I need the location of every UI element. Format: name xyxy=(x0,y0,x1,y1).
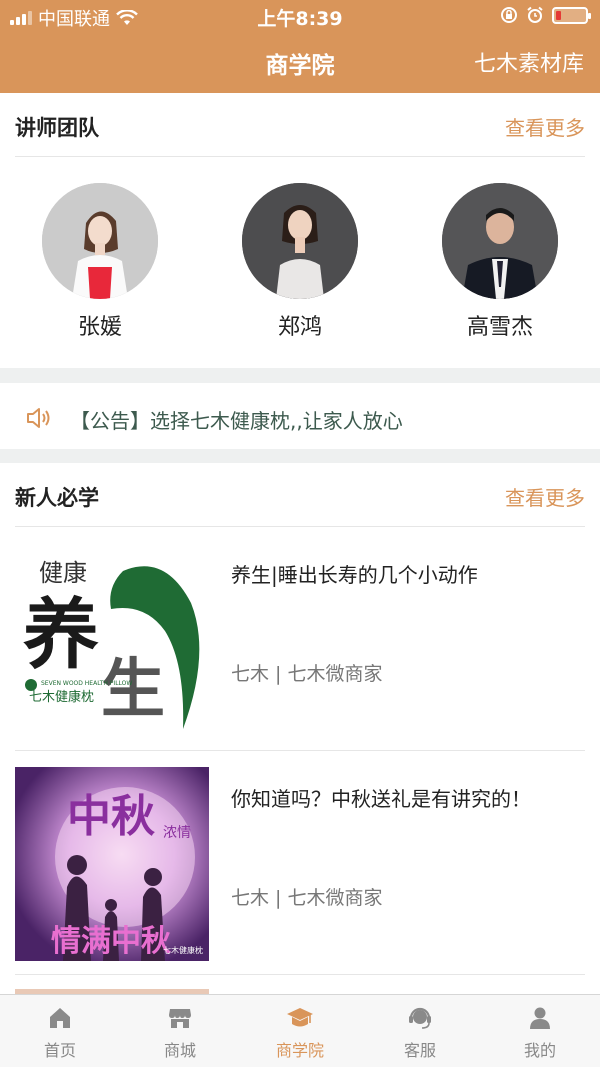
article-thumbnail: 中秋 浓情 情满中秋 七木健康枕 xyxy=(15,767,209,961)
article-meta: 七木 | 七木微商家 xyxy=(231,663,383,685)
announcement-text: 【公告】选择七木健康枕,,让家人放心 xyxy=(70,409,403,433)
article-title: 你知道吗？中秋送礼是有讲究的！ xyxy=(231,787,531,811)
home-icon xyxy=(50,1008,70,1028)
thumb-brand: 七木健康枕 xyxy=(163,945,203,955)
thumb-brand-cn: 七木健康枕 xyxy=(29,689,94,705)
tab-label: 商学院 xyxy=(275,1041,324,1060)
article-thumbnail: 健康 养 生 SEVEN WOOD HEALTH PILLOW 七木健康枕 xyxy=(15,543,209,737)
tab-label: 我的 xyxy=(523,1041,556,1060)
tab-customer-service[interactable]: 客服 xyxy=(360,995,480,1067)
nav-bar: 商学院 七木素材库 xyxy=(0,32,600,93)
article-meta: 七木 | 七木微商家 xyxy=(231,887,383,909)
article-item[interactable]: 中秋 浓情 情满中秋 七木健康枕 你知道吗？中秋送礼是有讲究的！ 七木 | 七木… xyxy=(15,751,585,975)
teacher-name: 高雪杰 xyxy=(466,315,533,340)
status-right xyxy=(500,6,591,24)
thumb-text-zhongqiu: 中秋 xyxy=(67,791,155,842)
teacher-item[interactable]: 郑鸿 xyxy=(200,183,400,341)
announcement-bar[interactable]: 【公告】选择七木健康枕,,让家人放心 xyxy=(0,383,600,449)
graduation-cap-icon xyxy=(287,1008,313,1027)
newbie-card: 新人必学 查看更多 健康 养 生 SEVEN WOOD HEALTH PILLO… xyxy=(0,463,600,994)
thumb-text-sheng: 生 xyxy=(101,652,165,727)
teacher-list: 张媛 郑鸿 高雪杰 xyxy=(0,183,600,341)
user-icon xyxy=(530,1007,550,1029)
tab-label: 商城 xyxy=(163,1041,196,1060)
thumb-text-health: 健康 xyxy=(39,559,87,587)
customer-service-icon xyxy=(409,1007,431,1029)
speaker-icon xyxy=(27,408,50,428)
teacher-name: 郑鸿 xyxy=(277,315,322,340)
tab-business-school[interactable]: 商学院 xyxy=(240,995,360,1067)
teacher-name: 张媛 xyxy=(77,315,122,340)
article-item[interactable]: 健康 养 生 SEVEN WOOD HEALTH PILLOW 七木健康枕 养生… xyxy=(15,527,585,751)
article-title: 养生|睡出长寿的几个小动作 xyxy=(231,563,478,587)
thumb-text-yang: 养 xyxy=(23,590,99,679)
avatar xyxy=(242,183,358,299)
teachers-more-link[interactable]: 查看更多 xyxy=(505,112,585,141)
thumb-brand-en: SEVEN WOOD HEALTH PILLOW xyxy=(41,680,132,687)
tab-label: 客服 xyxy=(403,1041,436,1060)
alarm-icon xyxy=(527,6,543,23)
newbie-more-link[interactable]: 查看更多 xyxy=(505,482,585,511)
teacher-item[interactable]: 高雪杰 xyxy=(400,183,600,341)
tab-home[interactable]: 首页 xyxy=(0,995,120,1067)
tab-label: 首页 xyxy=(43,1041,76,1060)
top-bar: 中国联通 上午8:39 商学院 七木素材库 xyxy=(0,0,600,93)
teachers-header: 讲师团队 查看更多 xyxy=(15,93,585,157)
tab-mine[interactable]: 我的 xyxy=(480,995,600,1067)
thumb-text-nongqing: 浓情 xyxy=(163,825,191,841)
thumb-text-bottom: 情满中秋 xyxy=(51,924,171,959)
newbie-header: 新人必学 查看更多 xyxy=(15,463,585,527)
tab-store[interactable]: 商城 xyxy=(120,995,240,1067)
tab-bar: 首页 商城 商学院 客服 我的 xyxy=(0,994,600,1067)
teachers-title: 讲师团队 xyxy=(15,116,99,140)
rotation-lock-icon xyxy=(501,7,517,23)
status-bar: 中国联通 上午8:39 xyxy=(0,0,600,32)
teachers-card: 讲师团队 查看更多 张媛 郑鸿 高雪杰 xyxy=(0,93,600,368)
newbie-title: 新人必学 xyxy=(15,486,99,510)
avatar xyxy=(42,183,158,299)
store-icon xyxy=(169,1009,191,1028)
material-library-link[interactable]: 七木素材库 xyxy=(474,46,584,78)
battery-icon xyxy=(552,6,591,24)
teacher-item[interactable]: 张媛 xyxy=(0,183,200,341)
avatar xyxy=(442,183,558,299)
